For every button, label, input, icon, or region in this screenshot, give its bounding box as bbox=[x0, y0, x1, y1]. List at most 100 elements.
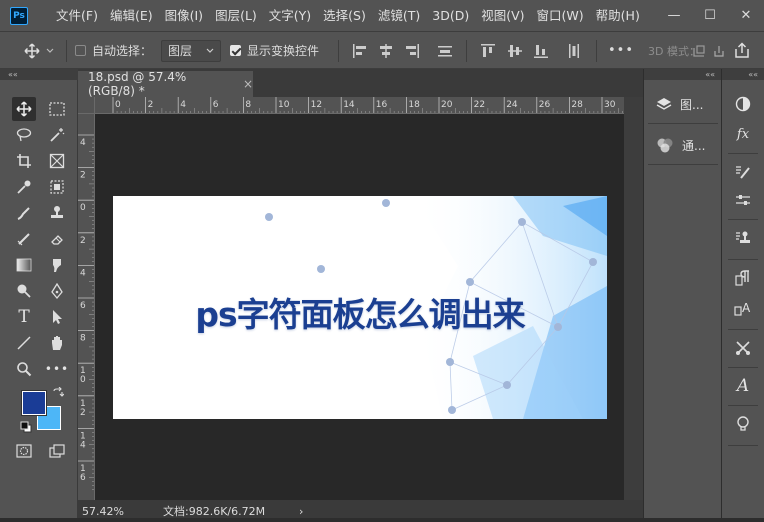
menu-bar: Ps 文件(F) 编辑(E) 图像(I) 图层(L) 文字(Y) 选择(S) 滤… bbox=[0, 0, 764, 31]
brush-settings-icon[interactable] bbox=[732, 161, 754, 183]
status-menu-arrow[interactable]: › bbox=[299, 505, 303, 518]
align-top-icon[interactable] bbox=[480, 43, 496, 59]
healing-brush-tool-icon[interactable] bbox=[12, 201, 36, 225]
line-tool-icon[interactable] bbox=[12, 331, 36, 355]
object-selection-tool-icon[interactable] bbox=[45, 175, 69, 199]
horizontal-ruler[interactable]: 0 2 4 6 8 10 12 14 16 18 20 22 24 26 28 30 bbox=[95, 97, 624, 114]
zoom-tool-icon[interactable] bbox=[12, 357, 36, 381]
smudge-tool-icon[interactable] bbox=[45, 253, 69, 277]
close-tab-icon[interactable]: × bbox=[243, 77, 253, 91]
default-colors-icon[interactable] bbox=[20, 421, 32, 433]
frame-tool-icon[interactable] bbox=[45, 149, 69, 173]
ruler-label: 6 bbox=[213, 100, 219, 110]
clone-stamp-tool-icon[interactable] bbox=[45, 201, 69, 225]
panel-dock-collapse[interactable]: «« bbox=[644, 69, 721, 80]
show-transform-checkbox[interactable] bbox=[230, 45, 241, 56]
vertical-scrollbar[interactable] bbox=[624, 97, 643, 500]
align-vertical-center-icon[interactable] bbox=[507, 43, 523, 59]
ruler-label: 16 bbox=[376, 100, 388, 110]
menu-layer[interactable]: 图层(L) bbox=[209, 0, 263, 31]
menu-window[interactable]: 窗口(W) bbox=[531, 0, 590, 31]
menu-3d[interactable]: 3D(D) bbox=[426, 0, 475, 31]
type-tool-icon[interactable]: T bbox=[12, 305, 36, 329]
tool-presets-icon[interactable] bbox=[732, 337, 754, 359]
quick-mask-icon[interactable] bbox=[12, 439, 36, 463]
glyphs-icon[interactable]: A bbox=[732, 375, 754, 397]
close-button[interactable]: ✕ bbox=[728, 0, 764, 31]
document-size-info[interactable]: 文档:982.6K/6.72M bbox=[163, 503, 265, 519]
layer-dropdown[interactable]: 图层 bbox=[161, 32, 222, 69]
more-options-button[interactable]: ••• bbox=[608, 32, 634, 69]
learn-lightbulb-icon[interactable] bbox=[732, 413, 754, 435]
layers-panel-button[interactable]: 图... bbox=[648, 86, 718, 122]
distribute-vertical-icon[interactable] bbox=[437, 43, 453, 59]
menu-edit[interactable]: 编辑(E) bbox=[104, 0, 159, 31]
brushes-icon[interactable] bbox=[732, 189, 754, 211]
edit-toolbar-icon[interactable]: ••• bbox=[45, 357, 69, 381]
styles-fx-icon[interactable]: fx bbox=[732, 123, 754, 145]
document-tab[interactable]: 18.psd @ 57.4%(RGB/8) * × bbox=[78, 70, 253, 98]
tools-panel-collapse[interactable]: «« bbox=[0, 69, 78, 80]
character-icon[interactable]: A bbox=[732, 297, 754, 319]
pen-tool-icon[interactable] bbox=[45, 279, 69, 303]
channels-panel-label: 通... bbox=[682, 138, 706, 153]
crop-tool-icon[interactable] bbox=[12, 149, 36, 173]
right-icon-dock: «« fx A A bbox=[721, 69, 764, 522]
eraser-tool-icon[interactable] bbox=[45, 227, 69, 251]
align-left-icon[interactable] bbox=[352, 43, 368, 59]
clone-source-icon[interactable] bbox=[732, 227, 754, 249]
align-horizontal-center-icon[interactable] bbox=[378, 43, 394, 59]
ruler-label: 26 bbox=[539, 100, 551, 110]
ruler-origin[interactable] bbox=[78, 97, 95, 114]
hand-tool-icon[interactable] bbox=[45, 331, 69, 355]
window-bottom-edge bbox=[0, 518, 764, 522]
3d-orbit-icon[interactable] bbox=[692, 44, 706, 58]
menu-type[interactable]: 文字(Y) bbox=[263, 0, 317, 31]
align-right-icon[interactable] bbox=[404, 43, 420, 59]
menu-image[interactable]: 图像(I) bbox=[159, 0, 209, 31]
right-dock-collapse[interactable]: «« bbox=[722, 69, 764, 80]
share-icon[interactable] bbox=[734, 42, 750, 58]
minimize-button[interactable]: — bbox=[656, 0, 692, 31]
ruler-label: 0 bbox=[115, 100, 121, 110]
vertical-ruler-ticks: 420246810121416 bbox=[78, 134, 94, 490]
screen-mode-icon[interactable] bbox=[45, 439, 69, 463]
distribute-horizontal-icon[interactable] bbox=[566, 43, 582, 59]
path-selection-tool-icon[interactable] bbox=[45, 305, 69, 329]
gradient-tool-icon[interactable] bbox=[12, 253, 36, 277]
auto-select-toggle[interactable]: 自动选择： bbox=[75, 32, 152, 69]
auto-select-checkbox[interactable] bbox=[75, 45, 86, 56]
layers-panel-label: 图... bbox=[680, 97, 704, 112]
horizontal-ruler-ticks: 0 2 4 6 8 10 12 14 16 18 20 22 24 26 28 30 bbox=[112, 97, 623, 113]
document-image[interactable]: ps字符面板怎么调出来 bbox=[113, 196, 607, 419]
channels-panel-button[interactable]: 通... bbox=[648, 127, 718, 163]
magic-wand-tool-icon[interactable] bbox=[45, 123, 69, 147]
move-tool-icon[interactable] bbox=[12, 97, 36, 121]
maximize-button[interactable]: ☐ bbox=[692, 0, 728, 31]
eyedropper-tool-icon[interactable] bbox=[12, 175, 36, 199]
swap-colors-icon[interactable] bbox=[52, 387, 64, 399]
zoom-level[interactable]: 57.42% bbox=[82, 505, 124, 518]
menu-file[interactable]: 文件(F) bbox=[50, 0, 104, 31]
marquee-tool-icon[interactable] bbox=[45, 97, 69, 121]
menu-view[interactable]: 视图(V) bbox=[475, 0, 530, 31]
chevron-down-icon bbox=[206, 48, 214, 53]
lasso-tool-icon[interactable] bbox=[12, 123, 36, 147]
ruler-label: 10 bbox=[278, 100, 290, 110]
3d-pan-icon[interactable] bbox=[713, 44, 725, 58]
ruler-label: 28 bbox=[571, 100, 583, 110]
paragraph-icon[interactable] bbox=[732, 267, 754, 289]
show-transform-toggle[interactable]: 显示变换控件 bbox=[230, 32, 319, 69]
adjustments-icon[interactable] bbox=[732, 93, 754, 115]
foreground-color-swatch[interactable] bbox=[21, 390, 47, 416]
layer-dropdown-value: 图层 bbox=[168, 44, 193, 58]
vertical-ruler[interactable]: 420246810121416 bbox=[78, 114, 95, 500]
menu-help[interactable]: 帮助(H) bbox=[590, 0, 646, 31]
move-tool-preset[interactable] bbox=[24, 32, 54, 69]
svg-text:A: A bbox=[742, 301, 751, 315]
align-bottom-icon[interactable] bbox=[533, 43, 549, 59]
menu-select[interactable]: 选择(S) bbox=[317, 0, 372, 31]
menu-filter[interactable]: 滤镜(T) bbox=[372, 0, 426, 31]
dodge-tool-icon[interactable] bbox=[12, 279, 36, 303]
brush-tool-icon[interactable] bbox=[12, 227, 36, 251]
